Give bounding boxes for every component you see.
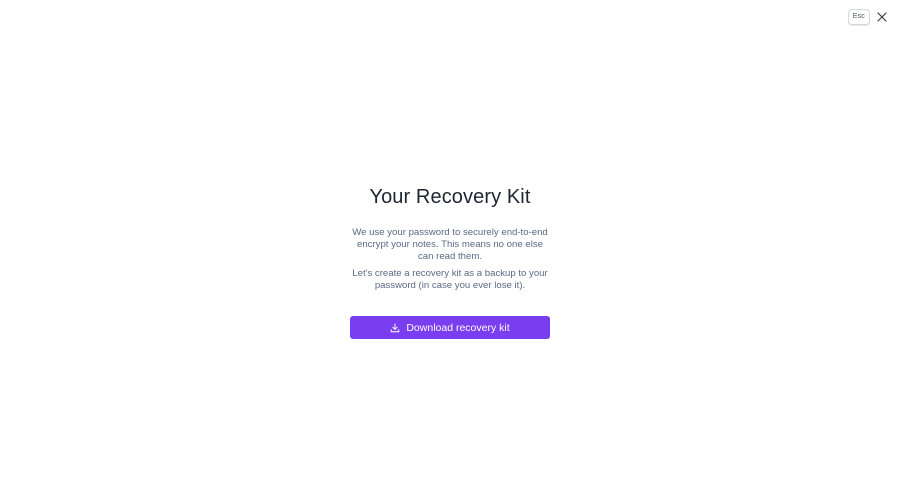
download-button-label: Download recovery kit xyxy=(406,321,510,334)
close-icon xyxy=(877,12,887,22)
recovery-kit-dialog: Esc Your Recovery Kit We use your passwo… xyxy=(0,0,900,484)
close-button[interactable] xyxy=(874,9,890,25)
encryption-description: We use your password to securely end-to-… xyxy=(352,227,548,262)
recovery-kit-description: Let's create a recovery kit as a backup … xyxy=(352,268,548,291)
download-recovery-kit-button[interactable]: Download recovery kit xyxy=(350,316,550,339)
download-icon xyxy=(391,323,400,332)
esc-key-hint: Esc xyxy=(847,9,870,25)
dialog-top-controls: Esc xyxy=(847,9,890,25)
dialog-content: Your Recovery Kit We use your password t… xyxy=(0,184,900,339)
page-title: Your Recovery Kit xyxy=(369,186,531,208)
